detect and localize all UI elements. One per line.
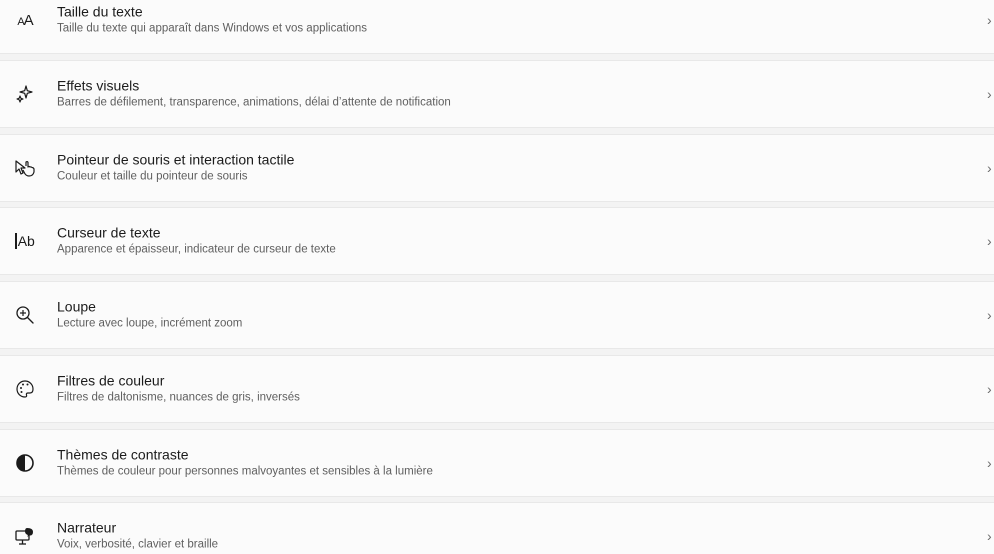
contrast-icon bbox=[12, 450, 38, 476]
narrator-icon bbox=[12, 523, 38, 549]
accessibility-settings-list: AA Taille du texte Taille du texte qui a… bbox=[0, 0, 994, 554]
settings-item-subtitle: Barres de défilement, transparence, anim… bbox=[57, 96, 451, 109]
settings-item-narrator[interactable]: Narrateur Voix, verbosité, clavier et br… bbox=[0, 502, 994, 554]
settings-item-contrast-themes[interactable]: Thèmes de contraste Thèmes de couleur po… bbox=[0, 429, 994, 497]
settings-item-magnifier[interactable]: Loupe Lecture avec loupe, incrément zoom… bbox=[0, 281, 994, 349]
settings-item-title: Narrateur bbox=[57, 519, 117, 536]
chevron-right-icon: › bbox=[987, 233, 992, 249]
text-size-glyph: A bbox=[23, 11, 34, 29]
pointer-touch-icon bbox=[12, 155, 38, 181]
settings-item-title: Effets visuels bbox=[57, 77, 140, 94]
settings-item-title: Thèmes de contraste bbox=[57, 446, 189, 463]
settings-item-text-size[interactable]: AA Taille du texte Taille du texte qui a… bbox=[0, 0, 994, 54]
chevron-right-icon: › bbox=[987, 160, 992, 176]
settings-item-text-cursor[interactable]: Ab Curseur de texte Apparence et épaisse… bbox=[0, 207, 994, 275]
settings-item-title: Pointeur de souris et interaction tactil… bbox=[57, 151, 295, 168]
settings-item-visual-effects[interactable]: Effets visuels Barres de défilement, tra… bbox=[0, 60, 994, 128]
settings-item-subtitle: Thèmes de couleur pour personnes malvoya… bbox=[57, 465, 433, 478]
chevron-right-icon: › bbox=[987, 455, 992, 471]
chevron-right-icon: › bbox=[987, 86, 992, 102]
settings-item-subtitle: Apparence et épaisseur, indicateur de cu… bbox=[57, 243, 336, 256]
magnifier-icon bbox=[12, 302, 38, 328]
settings-item-mouse-pointer[interactable]: Pointeur de souris et interaction tactil… bbox=[0, 134, 994, 202]
settings-item-title: Curseur de texte bbox=[57, 224, 161, 241]
chevron-right-icon: › bbox=[987, 307, 992, 323]
settings-item-title: Taille du texte bbox=[57, 3, 143, 20]
text-size-icon: AA bbox=[17, 11, 34, 29]
settings-item-color-filters[interactable]: Filtres de couleur Filtres de daltonisme… bbox=[0, 355, 994, 423]
chevron-right-icon: › bbox=[987, 381, 992, 397]
settings-item-subtitle: Voix, verbosité, clavier et braille bbox=[57, 538, 219, 551]
palette-icon bbox=[12, 376, 38, 402]
chevron-right-icon: › bbox=[987, 12, 992, 28]
settings-item-subtitle: Taille du texte qui apparaît dans Window… bbox=[57, 22, 368, 35]
chevron-right-icon: › bbox=[987, 528, 992, 544]
settings-item-title: Loupe bbox=[57, 298, 96, 315]
text-cursor-glyph: Ab bbox=[17, 233, 35, 249]
settings-item-subtitle: Lecture avec loupe, incrément zoom bbox=[57, 317, 243, 330]
settings-item-subtitle: Filtres de daltonisme, nuances de gris, … bbox=[57, 391, 300, 404]
settings-item-subtitle: Couleur et taille du pointeur de souris bbox=[57, 170, 248, 183]
settings-item-title: Filtres de couleur bbox=[57, 372, 165, 389]
text-cursor-icon: Ab bbox=[12, 228, 38, 254]
sparkle-icon bbox=[12, 81, 38, 107]
